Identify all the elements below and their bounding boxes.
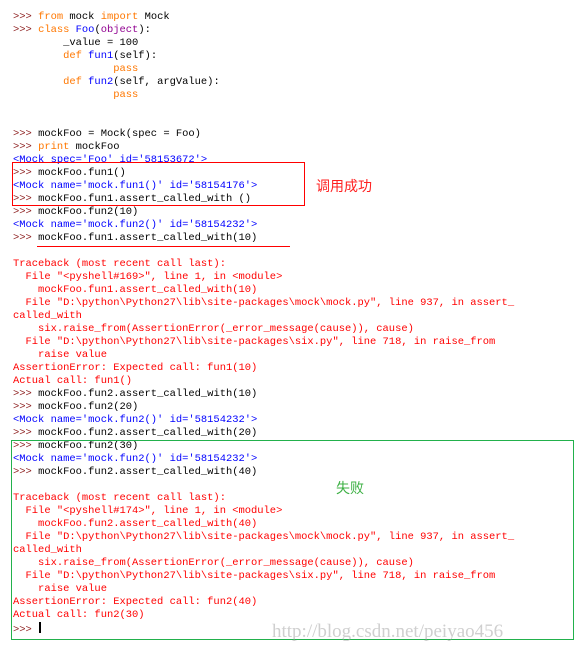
console-line: raise value (13, 349, 514, 362)
definition-name: Foo (75, 24, 95, 36)
output-text: <Mock name='mock.fun2()' id='58154232'> (13, 219, 258, 231)
console-line: Traceback (most recent call last): (13, 258, 514, 271)
keyword: import (100, 11, 139, 23)
prompt: >>> (13, 128, 39, 140)
code-text: mockFoo.fun2(20) (38, 401, 139, 413)
error-text: File "<pyshell#169>", line 1, in <module… (13, 271, 283, 283)
console-line: File "<pyshell#169>", line 1, in <module… (13, 271, 514, 284)
code-text: _value = 100 (13, 37, 139, 49)
error-text: mockFoo.fun1.assert_called_with(10) (13, 284, 258, 296)
code-text: mockFoo.fun2(10) (38, 206, 139, 218)
console-line: >>> mockFoo.fun2.assert_called_with(10) (13, 388, 514, 401)
code-text: Mock (138, 11, 170, 23)
keyword: pass (113, 89, 139, 101)
definition-name: fun2 (88, 76, 114, 88)
builtin: object (100, 24, 139, 36)
console-line: mockFoo.fun1.assert_called_with(10) (13, 284, 514, 297)
error-text: Traceback (most recent call last): (13, 258, 226, 270)
error-text: called_with (13, 310, 82, 322)
error-text: Actual call: fun1() (13, 375, 133, 387)
prompt: >>> (13, 388, 39, 400)
console-line: called_with (13, 310, 514, 323)
keyword: def (63, 76, 82, 88)
error-text: File "D:\python\Python27\lib\site-packag… (13, 297, 515, 309)
code-text: mockFoo = Mock(spec = Foo) (38, 128, 201, 140)
code-text: mockFoo (69, 141, 120, 153)
console-line: >>> mockFoo.fun2.assert_called_with(20) (13, 427, 514, 440)
watermark: http://blog.csdn.net/peiyao456 (272, 621, 504, 642)
console-line: def fun2(self, argValue): (13, 76, 514, 89)
prompt: >>> (13, 206, 39, 218)
keyword: pass (113, 63, 139, 75)
console-line: File "D:\python\Python27\lib\site-packag… (13, 336, 514, 349)
success-annotation: 调用成功 (316, 179, 372, 195)
prompt: >>> (13, 11, 39, 23)
console-line: def fun1(self): (13, 50, 514, 63)
console-line: Actual call: fun1() (13, 375, 514, 388)
console-line: _value = 100 (13, 37, 514, 50)
code-text: mock (63, 11, 101, 23)
console-line: pass (13, 63, 514, 76)
prompt: >>> (13, 427, 39, 439)
keyword: class (38, 24, 70, 36)
keyword: from (38, 11, 64, 23)
code-text: mockFoo.fun2.assert_called_with(20) (38, 427, 258, 439)
console-line: >>> class Foo(object): (13, 24, 514, 37)
prompt: >>> (13, 401, 39, 413)
error-text: File "D:\python\Python27\lib\site-packag… (13, 336, 496, 348)
console-line: >>> mockFoo.fun2(20) (13, 401, 514, 414)
code-text: ): (138, 24, 151, 36)
code-text: (self, argValue): (113, 76, 220, 88)
code-text: mockFoo.fun1.assert_called_with(10) (38, 232, 258, 244)
console-line: File "D:\python\Python27\lib\site-packag… (13, 297, 515, 310)
keyword: def (63, 50, 82, 62)
console-line: <Mock name='mock.fun2()' id='58154232'> (13, 414, 514, 427)
fail-annotation: 失败 (336, 481, 364, 497)
failure-highlight-box (11, 440, 574, 640)
error-text: AssertionError: Expected call: fun1(10) (13, 362, 258, 374)
output-text: <Mock name='mock.fun2()' id='58154232'> (13, 414, 258, 426)
console-line: AssertionError: Expected call: fun1(10) (13, 362, 514, 375)
console-line: six.raise_from(AssertionError(_error_mes… (13, 323, 514, 336)
code-text: (self): (113, 50, 158, 62)
console-line: >>> mockFoo.fun2(10) (13, 206, 514, 219)
console-line: >>> print mockFoo (13, 141, 514, 154)
definition-name: fun1 (88, 50, 114, 62)
prompt: >>> (13, 141, 39, 153)
error-text: raise value (13, 349, 107, 361)
console-line: >>> mockFoo.fun1.assert_called_with(10) (13, 232, 514, 245)
success-highlight-box (12, 162, 305, 206)
console-line: >>> mockFoo = Mock(spec = Foo) (13, 128, 514, 141)
keyword: print (38, 141, 70, 153)
prompt: >>> (13, 24, 39, 36)
prompt: >>> (13, 232, 39, 244)
code-text: mockFoo.fun2.assert_called_with(10) (38, 388, 258, 400)
error-text: six.raise_from(AssertionError(_error_mes… (13, 323, 414, 335)
console-line: >>> from mock import Mock (13, 11, 514, 24)
failed-call-underline (37, 246, 290, 247)
console-line: <Mock name='mock.fun2()' id='58154232'> (13, 219, 514, 232)
console-line: pass (13, 89, 514, 102)
